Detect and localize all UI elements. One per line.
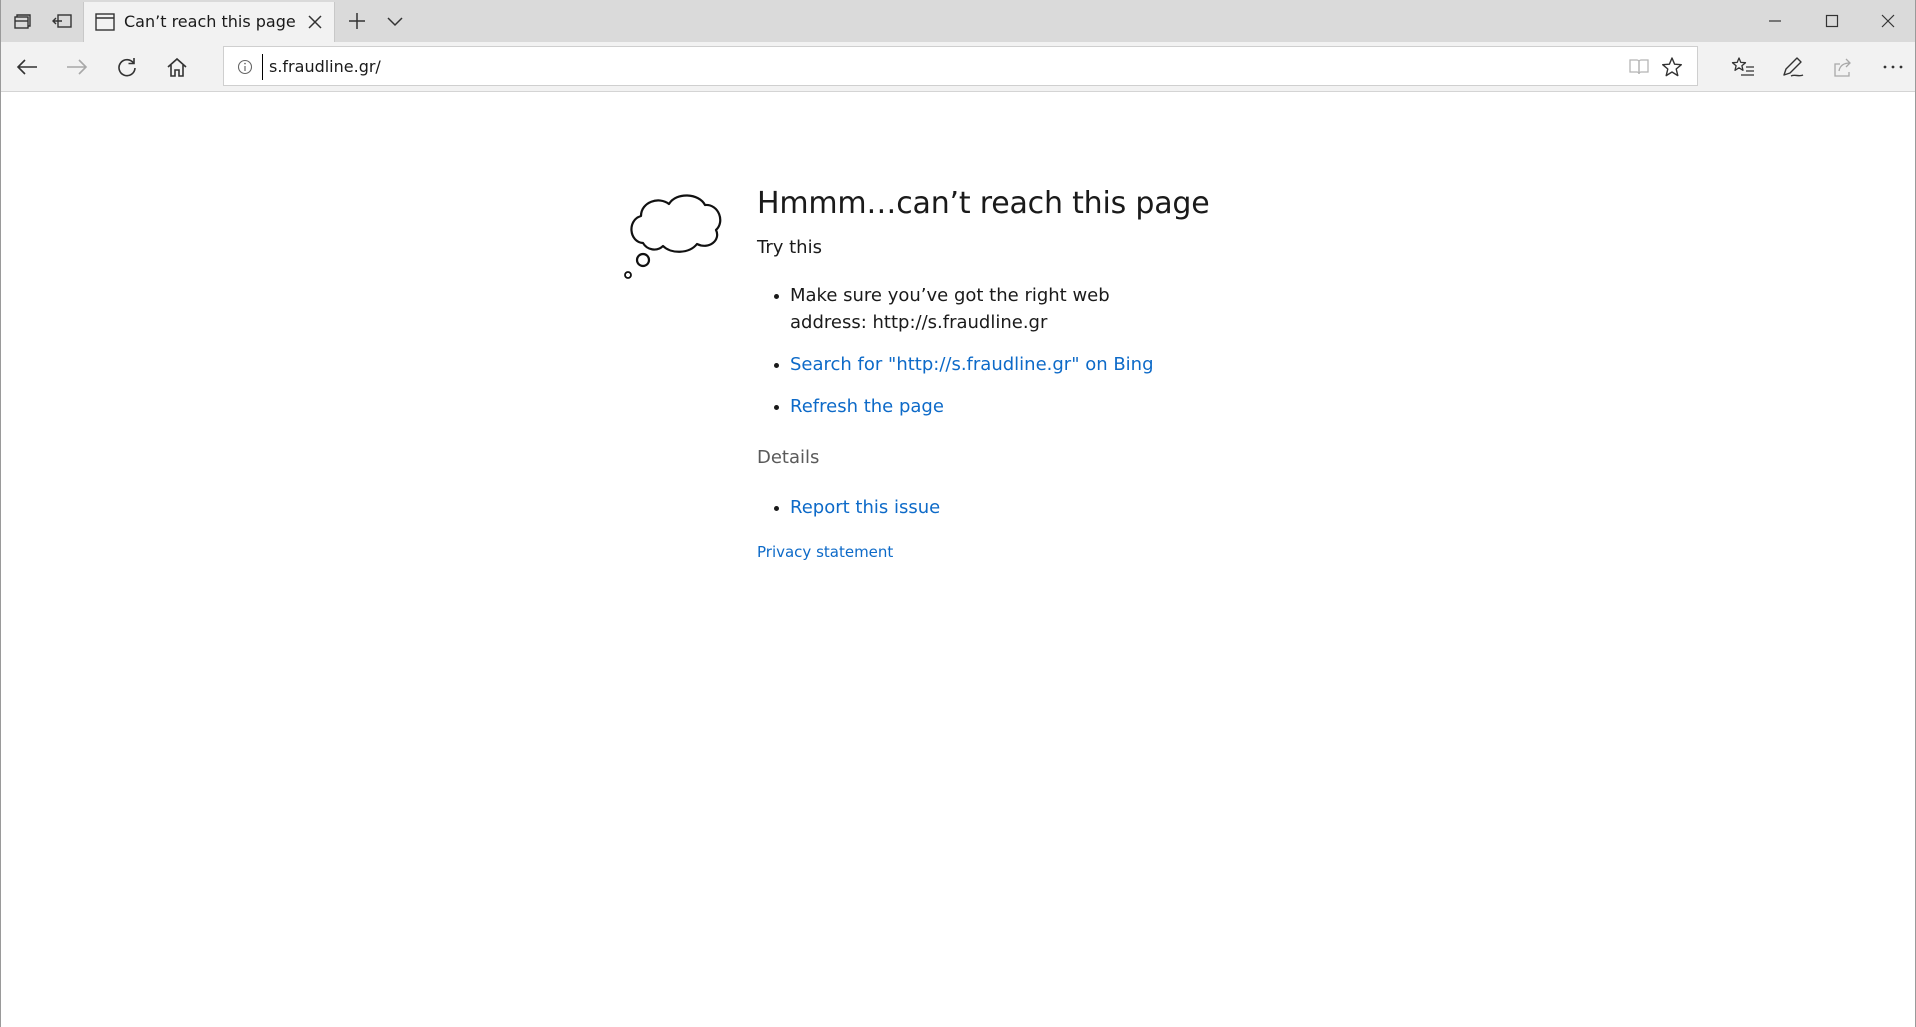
info-icon xyxy=(237,59,253,75)
tab-list-button[interactable] xyxy=(375,0,415,42)
address-bar[interactable]: s.fraudline.gr/ xyxy=(223,46,1698,86)
minimize-button[interactable] xyxy=(1747,0,1803,42)
close-icon xyxy=(308,15,322,29)
restore-tabs-button[interactable] xyxy=(42,0,82,42)
pen-icon xyxy=(1783,57,1804,77)
tab-title: Can’t reach this page xyxy=(124,12,296,31)
details-heading[interactable]: Details xyxy=(757,446,1377,470)
minimize-icon xyxy=(1769,20,1781,22)
add-favorite-button[interactable] xyxy=(1657,52,1687,82)
privacy-statement-link[interactable]: Privacy statement xyxy=(757,543,893,561)
new-tab-button[interactable] xyxy=(337,0,377,42)
plus-icon xyxy=(349,13,365,29)
web-note-button[interactable] xyxy=(1768,42,1818,92)
reading-view-button[interactable] xyxy=(1624,52,1654,82)
check-address-text: Make sure you’ve got the right web addre… xyxy=(790,285,1110,333)
chevron-down-icon xyxy=(387,17,403,27)
refresh-button[interactable] xyxy=(102,42,152,92)
list-item: Make sure you’ve got the right web addre… xyxy=(757,282,1377,336)
tab-close-button[interactable] xyxy=(304,11,326,33)
reading-view-icon xyxy=(1629,59,1649,75)
thought-cloud-icon xyxy=(624,194,722,279)
more-button[interactable] xyxy=(1868,42,1916,92)
star-icon xyxy=(1662,57,1682,77)
maximize-icon xyxy=(1825,14,1839,28)
navigation-bar: s.fraudline.gr/ xyxy=(1,42,1915,92)
home-icon xyxy=(167,57,187,77)
list-item: Refresh the page xyxy=(757,393,1377,420)
refresh-page-link[interactable]: Refresh the page xyxy=(790,396,944,417)
close-icon xyxy=(1881,14,1895,28)
share-icon xyxy=(1834,58,1851,77)
forward-button[interactable] xyxy=(52,42,102,92)
title-bar: Can’t reach this page xyxy=(1,0,1915,42)
maximize-button[interactable] xyxy=(1804,0,1860,42)
favorites-list-icon xyxy=(1731,57,1754,76)
report-issue-link[interactable]: Report this issue xyxy=(790,497,940,518)
error-content: Hmmm…can’t reach this page Try this Make… xyxy=(757,186,1377,561)
browser-window: Can’t reach this page s.fraudline.gr/ Hm… xyxy=(0,0,1916,1027)
favorites-button[interactable] xyxy=(1718,42,1768,92)
back-button[interactable] xyxy=(2,42,52,92)
back-arrow-icon xyxy=(16,59,37,75)
tabs-aside-button[interactable] xyxy=(2,0,42,42)
home-button[interactable] xyxy=(152,42,202,92)
error-title: Hmmm…can’t reach this page xyxy=(757,186,1210,221)
site-info-button[interactable] xyxy=(234,56,256,78)
page-icon xyxy=(94,11,116,33)
forward-arrow-icon xyxy=(67,59,88,75)
privacy-statement-container: Privacy statement xyxy=(757,543,1377,561)
text-cursor xyxy=(262,54,263,80)
details-list: Report this issue xyxy=(757,494,1377,521)
error-page: Hmmm…can’t reach this page Try this Make… xyxy=(1,93,1915,1027)
restore-tabs-icon xyxy=(52,14,72,28)
active-tab[interactable]: Can’t reach this page xyxy=(83,2,335,42)
refresh-icon xyxy=(118,58,136,77)
share-button[interactable] xyxy=(1818,42,1868,92)
list-item: Report this issue xyxy=(757,494,1377,521)
more-icon xyxy=(1883,65,1903,69)
url-text[interactable]: s.fraudline.gr/ xyxy=(269,57,381,76)
search-bing-link[interactable]: Search for "http://s.fraudline.gr" on Bi… xyxy=(790,354,1154,375)
window-close-button[interactable] xyxy=(1860,0,1916,42)
suggestion-list: Make sure you’ve got the right web addre… xyxy=(757,282,1377,420)
tabs-aside-icon xyxy=(14,14,31,29)
try-this-heading: Try this xyxy=(757,237,822,258)
list-item: Search for "http://s.fraudline.gr" on Bi… xyxy=(757,351,1377,378)
